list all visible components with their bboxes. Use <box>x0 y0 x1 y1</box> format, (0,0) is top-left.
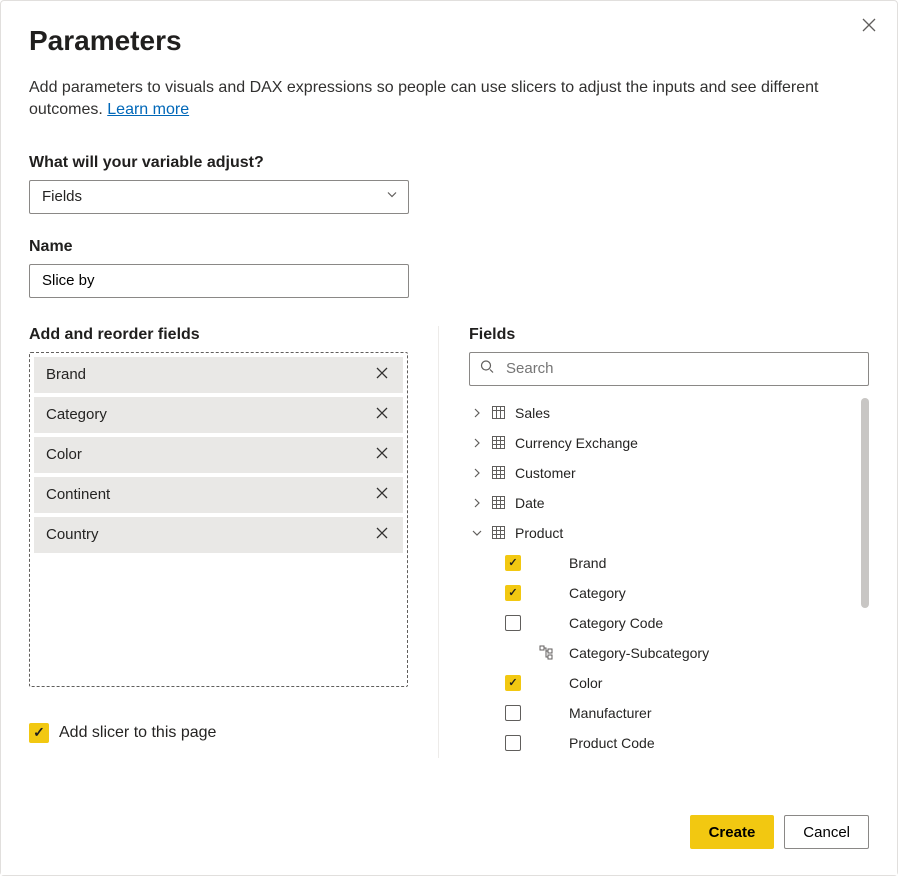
reorder-item-label: Brand <box>46 366 86 383</box>
tree-table-name: Currency Exchange <box>515 435 638 451</box>
tree-field-row[interactable]: Category-Subcategory <box>503 638 869 668</box>
tree-field-row[interactable]: Manufacturer <box>503 698 869 728</box>
field-checkbox[interactable] <box>505 585 521 601</box>
reorder-item[interactable]: Country <box>34 517 403 553</box>
variable-adjust-select[interactable]: Fields <box>29 180 409 214</box>
tree-table-name: Customer <box>515 465 576 481</box>
reorder-item-label: Color <box>46 446 82 463</box>
fields-panel-label: Fields <box>469 326 869 344</box>
tree-field-row[interactable]: Brand <box>503 548 869 578</box>
tree-field-name: Category <box>569 585 626 601</box>
close-icon <box>375 366 389 380</box>
variable-adjust-value: Fields <box>42 188 82 205</box>
tree-field-name: Category Code <box>569 615 663 631</box>
reorder-item[interactable]: Category <box>34 397 403 433</box>
learn-more-link[interactable]: Learn more <box>107 101 189 118</box>
fields-scrollbar[interactable] <box>861 398 869 608</box>
tree-field-name: Product Code <box>569 735 655 751</box>
search-icon <box>479 358 495 379</box>
add-slicer-label: Add slicer to this page <box>59 724 216 742</box>
reorder-item[interactable]: Color <box>34 437 403 473</box>
hierarchy-icon <box>537 645 555 660</box>
chevron-right-icon[interactable] <box>469 467 485 479</box>
close-icon <box>375 406 389 420</box>
tree-table-name: Date <box>515 495 545 511</box>
tree-field-name: Brand <box>569 555 606 571</box>
tree-table-row[interactable]: Date <box>469 488 869 518</box>
reorder-item[interactable]: Continent <box>34 477 403 513</box>
tree-field-name: Manufacturer <box>569 705 651 721</box>
add-slicer-checkbox[interactable] <box>29 723 49 743</box>
tree-table-name: Sales <box>515 405 550 421</box>
fields-search-input[interactable] <box>469 352 869 386</box>
table-icon <box>489 465 507 480</box>
tree-table-row[interactable]: Sales <box>469 398 869 428</box>
field-checkbox[interactable] <box>505 735 521 751</box>
remove-field-button[interactable] <box>371 402 393 428</box>
chevron-right-icon[interactable] <box>469 437 485 449</box>
close-icon <box>375 446 389 460</box>
close-icon <box>375 526 389 540</box>
remove-field-button[interactable] <box>371 482 393 508</box>
reorder-fields-box[interactable]: Brand Category Color Continent Country <box>29 352 408 687</box>
dialog-description: Add parameters to visuals and DAX expres… <box>29 77 869 122</box>
close-icon <box>375 486 389 500</box>
chevron-right-icon[interactable] <box>469 407 485 419</box>
remove-field-button[interactable] <box>371 442 393 468</box>
tree-table-row[interactable]: Customer <box>469 458 869 488</box>
tree-field-row[interactable]: Product Code <box>503 728 869 758</box>
variable-adjust-label: What will your variable adjust? <box>29 154 869 172</box>
table-icon <box>489 525 507 540</box>
remove-field-button[interactable] <box>371 362 393 388</box>
cancel-button[interactable]: Cancel <box>784 815 869 849</box>
fields-tree: Sales Currency Exchange Customer Date Produc… <box>469 398 869 758</box>
tree-table-row[interactable]: Product <box>469 518 869 548</box>
reorder-item[interactable]: Brand <box>34 357 403 393</box>
table-icon <box>489 435 507 450</box>
remove-field-button[interactable] <box>371 522 393 548</box>
chevron-right-icon[interactable] <box>469 497 485 509</box>
chevron-right-icon[interactable] <box>503 647 523 659</box>
reorder-item-label: Category <box>46 406 107 423</box>
name-input[interactable] <box>29 264 409 298</box>
field-checkbox[interactable] <box>505 675 521 691</box>
reorder-item-label: Country <box>46 526 99 543</box>
tree-table-name: Product <box>515 525 563 541</box>
field-checkbox[interactable] <box>505 555 521 571</box>
tree-table-row[interactable]: Currency Exchange <box>469 428 869 458</box>
tree-field-name: Category-Subcategory <box>569 645 709 661</box>
reorder-item-label: Continent <box>46 486 110 503</box>
chevron-down-icon[interactable] <box>469 527 485 539</box>
reorder-label: Add and reorder fields <box>29 326 408 344</box>
dialog-title: Parameters <box>29 25 869 57</box>
close-button[interactable] <box>857 13 881 37</box>
name-label: Name <box>29 238 869 256</box>
create-button[interactable]: Create <box>690 815 775 849</box>
tree-field-row[interactable]: Color <box>503 668 869 698</box>
field-checkbox[interactable] <box>505 615 521 631</box>
table-icon <box>489 495 507 510</box>
calc-table-icon <box>489 405 507 420</box>
tree-field-row[interactable]: Category Code <box>503 608 869 638</box>
field-checkbox[interactable] <box>505 705 521 721</box>
tree-field-row[interactable]: Category <box>503 578 869 608</box>
tree-field-name: Color <box>569 675 602 691</box>
close-icon <box>861 17 877 33</box>
